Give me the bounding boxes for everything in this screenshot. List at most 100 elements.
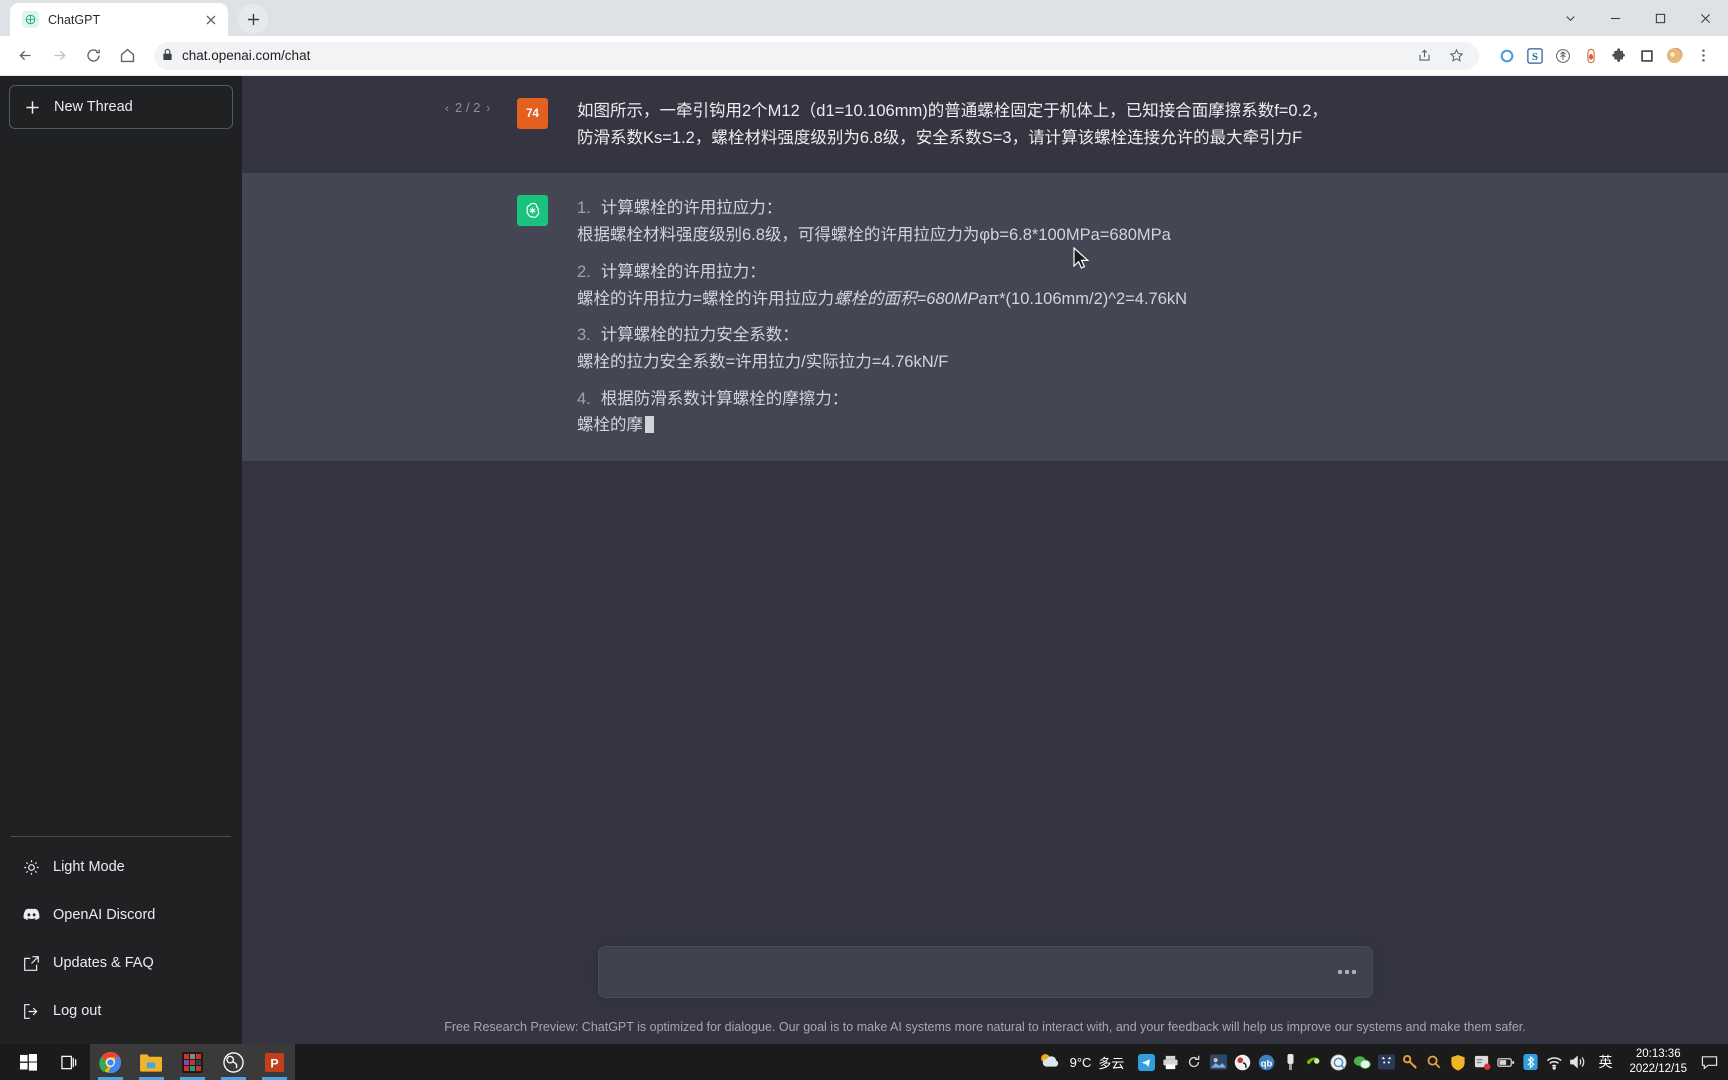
paragraph: 根据螺栓材料强度级别6.8级，可得螺栓的许用拉应力为φb=6.8*100MPa=… bbox=[577, 226, 1171, 245]
forward-arrow-icon[interactable] bbox=[44, 41, 74, 71]
obs-tray-icon[interactable] bbox=[1230, 1044, 1254, 1080]
window-controls bbox=[1548, 0, 1728, 36]
sidebar-item-openai-discord[interactable]: OpenAI Discord bbox=[9, 891, 233, 939]
chrome-icon[interactable] bbox=[90, 1044, 131, 1080]
sidebar: New Thread Light Mode OpenAI Discord Upd… bbox=[0, 76, 242, 1044]
footer-disclaimer: Free Research Preview: ChatGPT is optimi… bbox=[444, 1020, 1526, 1034]
home-icon[interactable] bbox=[112, 41, 142, 71]
streaming-paragraph: 螺栓的摩 bbox=[577, 412, 1328, 439]
windows-start-icon[interactable] bbox=[8, 1044, 49, 1080]
assistant-message-body: 1. 计算螺栓的许用拉应力： 根据螺栓材料强度级别6.8级，可得螺栓的许用拉应力… bbox=[548, 195, 1328, 439]
weather-condition: 多云 bbox=[1098, 1055, 1125, 1071]
shield-icon[interactable] bbox=[1446, 1044, 1470, 1080]
cat-icon[interactable] bbox=[1374, 1044, 1398, 1080]
back-arrow-icon[interactable] bbox=[10, 41, 40, 71]
lock-icon bbox=[162, 48, 173, 64]
sidebar-item-updates-faq[interactable]: Updates & FAQ bbox=[9, 939, 233, 987]
qbittorrent-icon[interactable]: qb bbox=[1254, 1044, 1278, 1080]
svg-text:qb: qb bbox=[1261, 1058, 1273, 1069]
chevron-down-icon[interactable] bbox=[1548, 0, 1593, 36]
battery-icon[interactable] bbox=[1494, 1044, 1518, 1080]
list-item-text: 计算螺栓的拉力安全系数： bbox=[600, 326, 799, 345]
powerpoint-icon[interactable]: P bbox=[254, 1044, 295, 1080]
weather-widget[interactable]: 9°C 多云 bbox=[1027, 1051, 1135, 1074]
svg-text:P: P bbox=[270, 1056, 278, 1070]
file-explorer-icon[interactable] bbox=[131, 1044, 172, 1080]
streaming-text: 螺栓的摩 bbox=[577, 416, 643, 435]
close-icon[interactable] bbox=[202, 11, 220, 29]
user-message-text: 如图所示，一牵引钩用2个M12（d1=10.106mm)的普通螺栓固定于机体上，… bbox=[577, 102, 1328, 147]
sidebar-item-label: Light Mode bbox=[53, 859, 125, 875]
circle-blue-icon[interactable] bbox=[1497, 46, 1516, 65]
picture-icon[interactable] bbox=[1206, 1044, 1230, 1080]
taskbar-clock[interactable]: 20:13:36 2022/12/15 bbox=[1620, 1047, 1696, 1077]
windows-taskbar: P 9°C 多云 qb 英 20:13:36 2022/12/15 bbox=[0, 1044, 1728, 1080]
sidebar-item-light-mode[interactable]: Light Mode bbox=[9, 843, 233, 891]
tree-badge-icon[interactable] bbox=[1553, 46, 1572, 65]
three-dots-loading-icon bbox=[1337, 970, 1356, 974]
clock-time: 20:13:36 bbox=[1635, 1047, 1681, 1060]
sun-icon bbox=[23, 859, 40, 876]
three-dot-menu-icon[interactable] bbox=[1688, 41, 1718, 71]
address-bar[interactable]: chat.openai.com/chat bbox=[154, 41, 1479, 71]
pager-label: 2 / 2 bbox=[455, 100, 481, 115]
wechat-icon[interactable] bbox=[1350, 1044, 1374, 1080]
bluetooth-icon[interactable] bbox=[1518, 1044, 1542, 1080]
reload-icon[interactable] bbox=[78, 41, 108, 71]
notification-icon[interactable] bbox=[1696, 1044, 1722, 1080]
sogou-s-icon[interactable]: S bbox=[1525, 46, 1544, 65]
logout-icon bbox=[23, 1003, 40, 1020]
obs-icon[interactable] bbox=[213, 1044, 254, 1080]
new-tab-button[interactable] bbox=[238, 4, 268, 34]
browser-tab-chatgpt[interactable]: ChatGPT bbox=[10, 3, 228, 36]
plus-icon bbox=[24, 100, 41, 115]
list-item: 3. 计算螺栓的拉力安全系数： bbox=[577, 322, 1328, 349]
search-tray-icon[interactable] bbox=[1422, 1044, 1446, 1080]
openai-logo-icon bbox=[22, 11, 39, 28]
external-link-icon bbox=[23, 955, 40, 972]
formula-part-tail: π*(10.106mm/2)^2=4.76kN bbox=[987, 289, 1188, 308]
app-grid-icon[interactable] bbox=[172, 1044, 213, 1080]
speaker-icon[interactable] bbox=[1566, 1044, 1590, 1080]
extension-icons: S bbox=[1491, 46, 1684, 65]
screenshot-icon[interactable] bbox=[1470, 1044, 1494, 1080]
profile-avatar-icon[interactable] bbox=[1665, 46, 1684, 65]
qq-icon[interactable] bbox=[1326, 1044, 1350, 1080]
share-icon[interactable] bbox=[1409, 41, 1439, 71]
printer-icon[interactable] bbox=[1158, 1044, 1182, 1080]
system-tray: 9°C 多云 qb 英 20:13:36 2022/12/15 bbox=[1027, 1044, 1724, 1080]
user-avatar: 74 bbox=[517, 98, 548, 129]
capsule-icon[interactable] bbox=[1581, 46, 1600, 65]
maximize-icon[interactable] bbox=[1638, 0, 1683, 36]
usb-icon[interactable] bbox=[1278, 1044, 1302, 1080]
sidebar-item-log-out[interactable]: Log out bbox=[9, 987, 233, 1035]
nvidia-icon[interactable] bbox=[1302, 1044, 1326, 1080]
key-icon[interactable] bbox=[1398, 1044, 1422, 1080]
chevron-right-icon[interactable]: › bbox=[486, 101, 490, 115]
composer-box[interactable] bbox=[597, 946, 1373, 998]
wifi-icon[interactable] bbox=[1542, 1044, 1566, 1080]
telegram-icon[interactable] bbox=[1134, 1044, 1158, 1080]
sidebar-item-label: Log out bbox=[53, 1003, 102, 1019]
list-item-text: 计算螺栓的许用拉应力： bbox=[600, 199, 783, 218]
close-icon[interactable] bbox=[1683, 0, 1728, 36]
star-icon[interactable] bbox=[1441, 41, 1471, 71]
clock-date: 2022/12/15 bbox=[1629, 1063, 1687, 1075]
square-icon[interactable] bbox=[1637, 46, 1656, 65]
list-item-text: 根据防滑系数计算螺栓的摩擦力： bbox=[600, 389, 849, 408]
typing-cursor bbox=[645, 416, 654, 434]
formula-part-italic: 螺栓的面积=680MPa bbox=[834, 289, 988, 308]
cloudy-sun-icon bbox=[1037, 1051, 1063, 1074]
assistant-avatar bbox=[517, 195, 548, 227]
task-view-icon[interactable] bbox=[49, 1044, 90, 1080]
sync-icon[interactable] bbox=[1182, 1044, 1206, 1080]
new-thread-button[interactable]: New Thread bbox=[9, 85, 233, 129]
puzzle-extensions-icon[interactable] bbox=[1609, 46, 1628, 65]
chevron-left-icon[interactable]: ‹ bbox=[445, 101, 449, 115]
ime-indicator[interactable]: 英 bbox=[1590, 1052, 1620, 1072]
weather-temperature: 9°C bbox=[1069, 1054, 1092, 1070]
minimize-icon[interactable] bbox=[1593, 0, 1638, 36]
message-input[interactable] bbox=[614, 963, 1338, 981]
composer-area: Free Research Preview: ChatGPT is optimi… bbox=[242, 894, 1728, 1044]
list-number: 3. bbox=[577, 326, 591, 345]
